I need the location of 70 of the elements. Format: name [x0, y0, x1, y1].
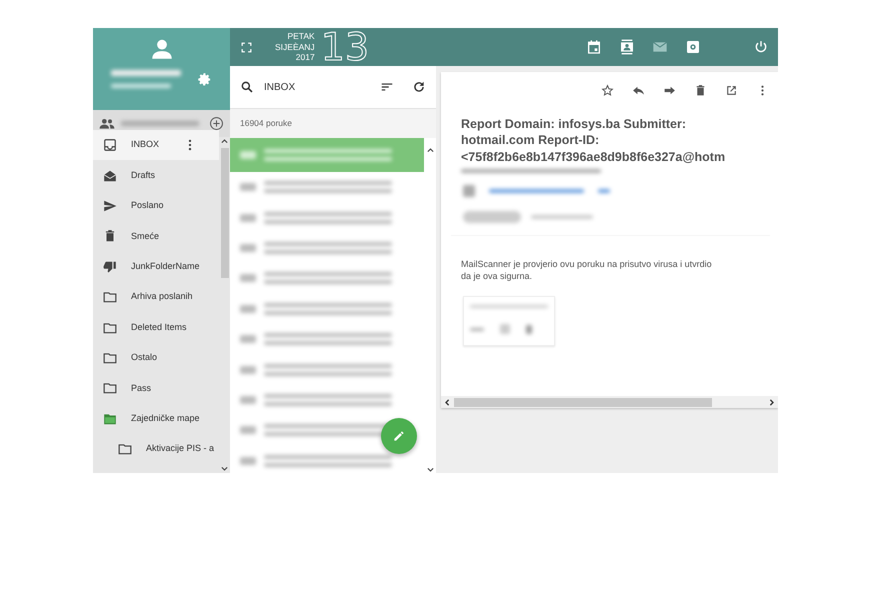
power-icon	[754, 39, 768, 55]
message-count: 16904 poruke	[240, 117, 292, 130]
open-external-button[interactable]	[725, 84, 738, 96]
gear-icon	[197, 72, 212, 86]
folder-icon	[103, 320, 117, 335]
calendar-tab[interactable]	[586, 39, 602, 55]
message-body: MailScanner je provjerio ovu poruku na prisutvo virusa i utvrdio da je ova sigurna.	[460, 258, 713, 282]
folder-item[interactable]: JunkFolderName	[93, 252, 220, 282]
folder-item[interactable]: Ostalo	[93, 342, 220, 374]
fullscreen-button[interactable]	[240, 40, 253, 54]
scroll-up-icon[interactable]	[220, 137, 230, 146]
folder-item[interactable]: Smeće	[93, 221, 220, 252]
blurred-text	[111, 84, 171, 88]
blurred-avatar	[463, 184, 475, 197]
thumbs-down-icon	[103, 260, 117, 274]
folder-item[interactable]: Drafts	[93, 160, 220, 191]
power-button[interactable]	[754, 39, 768, 55]
pencil-icon	[392, 429, 406, 443]
subject-line: Report Domain: infosys.ba Submitter:	[461, 116, 688, 132]
settings-tab[interactable]	[685, 39, 701, 55]
day-number: 13	[320, 28, 370, 66]
folder-icon	[103, 381, 117, 396]
folder-item[interactable]: Pass	[93, 373, 220, 404]
blurred-chip	[463, 210, 521, 223]
refresh-button[interactable]	[412, 80, 426, 94]
search-button[interactable]	[240, 80, 254, 94]
calendar-icon	[586, 39, 602, 55]
folder-icon	[103, 290, 117, 304]
year-label: 2017	[296, 52, 315, 63]
weekday-label: PETAK	[287, 31, 315, 42]
search-icon	[240, 80, 254, 94]
folder-item[interactable]: Arhiva poslanih	[93, 282, 220, 312]
paper-plane-icon	[103, 198, 117, 213]
folder-item[interactable]: Zajedničke mape	[93, 404, 220, 434]
star-icon	[601, 84, 614, 96]
contact-card-icon	[619, 39, 635, 55]
scroll-up-icon[interactable]	[426, 146, 434, 155]
folder-icon	[103, 350, 117, 365]
trash-icon	[103, 229, 117, 244]
scroll-left-icon[interactable]	[443, 398, 452, 406]
month-label: SIJEÈANJ	[275, 42, 315, 52]
folder-item[interactable]: Aktivacije PIS - a	[93, 434, 220, 464]
scrollbar-thumb[interactable]	[454, 398, 712, 406]
inbox-tray-icon	[103, 138, 117, 152]
blurred-text	[531, 214, 593, 219]
subject-line: <75f8f2b6e8b147f396ae8d9b8f6e327a@hotm	[461, 148, 726, 165]
settings-button[interactable]	[197, 72, 212, 86]
folder-icon	[103, 412, 117, 426]
add-circle-icon	[209, 116, 224, 131]
fullscreen-icon	[240, 40, 253, 54]
subject-line: hotmail.com Report-ID:	[461, 132, 600, 148]
folder-item[interactable]: Poslano	[93, 190, 220, 222]
settings-icon	[685, 39, 701, 55]
contacts-tab[interactable]	[619, 39, 635, 55]
delete-button[interactable]	[694, 84, 707, 96]
blurred-text	[111, 70, 181, 76]
open-envelope-icon	[103, 168, 117, 183]
external-link-icon	[725, 84, 738, 96]
folder-item[interactable]: INBOX	[93, 130, 220, 160]
folder-icon	[118, 442, 132, 456]
scrollbar-thumb[interactable]	[220, 148, 229, 278]
scroll-down-icon[interactable]	[220, 464, 230, 473]
scroll-right-icon[interactable]	[767, 398, 776, 406]
add-account-button[interactable]	[209, 116, 224, 131]
folder-title: INBOX	[264, 80, 296, 94]
horizontal-scrollbar[interactable]	[441, 396, 778, 408]
folder-item[interactable]: Deleted Items	[93, 312, 220, 343]
trash-icon	[694, 84, 707, 96]
refresh-icon	[412, 80, 426, 94]
star-button[interactable]	[601, 84, 614, 96]
